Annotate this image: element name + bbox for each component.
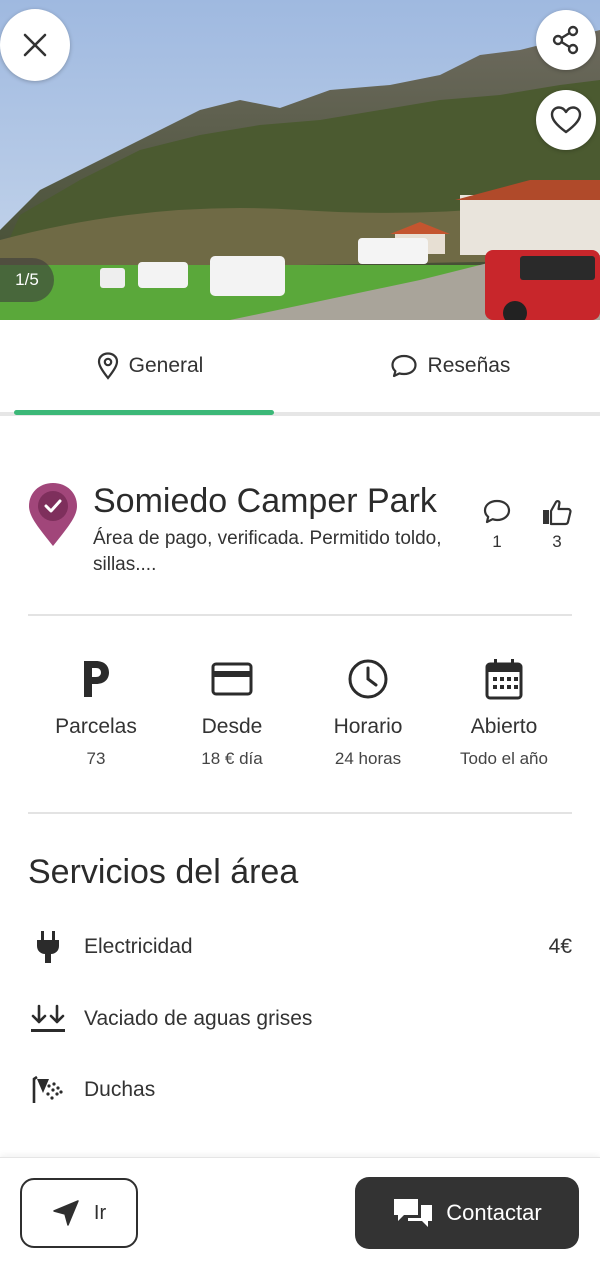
- info-value: 73: [86, 749, 106, 768]
- close-icon: [23, 33, 47, 57]
- service-label: Vaciado de aguas grises: [84, 1007, 313, 1030]
- bottom-action-bar: Ir Contactar: [0, 1157, 600, 1266]
- info-value: 18 € día: [201, 749, 263, 768]
- service-label: Electricidad: [84, 935, 193, 958]
- photo-counter: 1/5: [0, 258, 54, 302]
- tab-general-label: General: [128, 354, 204, 377]
- plug-icon: [37, 931, 59, 963]
- info-desde: Desde 18 € día: [164, 655, 300, 785]
- info-value: 24 horas: [334, 749, 402, 768]
- divider: [28, 812, 572, 814]
- share-icon: [552, 25, 579, 55]
- likes-stat[interactable]: 3: [537, 498, 577, 552]
- contact-button[interactable]: Contactar: [355, 1177, 579, 1249]
- go-button[interactable]: Ir: [20, 1178, 138, 1248]
- service-price: 4€: [548, 935, 572, 958]
- place-header: Somiedo Camper Park Área de pago, verifi…: [28, 478, 588, 588]
- close-button[interactable]: [0, 9, 70, 81]
- place-description: Área de pago, verificada. Permitido told…: [93, 528, 442, 575]
- info-label: Parcelas: [55, 715, 137, 738]
- hero-photo[interactable]: 1/5: [0, 0, 600, 320]
- parking-icon: [84, 661, 109, 697]
- comments-stat[interactable]: 1: [477, 498, 517, 552]
- share-button[interactable]: [536, 10, 596, 70]
- shower-icon: [32, 1075, 63, 1103]
- service-label: Duchas: [84, 1078, 156, 1101]
- tab-reviews-label: Reseñas: [427, 354, 511, 377]
- place-title: Somiedo Camper Park: [93, 482, 437, 520]
- comment-icon: [483, 499, 511, 524]
- campsite-photo: [0, 0, 600, 320]
- info-label: Horario: [333, 715, 403, 738]
- tab-reviews[interactable]: Reseñas: [300, 320, 600, 412]
- calendar-icon: [485, 659, 523, 700]
- info-grid: Parcelas 73 Desde 18 € día Horario 24 ho…: [28, 655, 572, 785]
- info-label: Abierto: [470, 715, 538, 738]
- chat-bubble-icon: [390, 354, 417, 378]
- drain-icon: [31, 1004, 65, 1032]
- info-parcelas: Parcelas 73: [28, 655, 164, 785]
- heart-icon: [550, 106, 582, 134]
- location-pin-icon: [97, 352, 118, 380]
- verified-pin-icon: [29, 483, 77, 546]
- info-horario: Horario 24 horas: [300, 655, 436, 785]
- service-aguas-grises: Vaciado de aguas grises: [28, 999, 572, 1039]
- credit-card-icon: [211, 662, 253, 696]
- active-tab-indicator: [14, 410, 274, 415]
- chat-bubbles-icon: [394, 1199, 433, 1227]
- info-value: Todo el año: [460, 749, 548, 768]
- info-label: Desde: [201, 715, 263, 738]
- tab-general[interactable]: General: [0, 320, 300, 412]
- service-duchas: Duchas: [28, 1070, 572, 1110]
- go-button-label: Ir: [93, 1201, 107, 1224]
- info-abierto: Abierto Todo el año: [436, 655, 572, 785]
- navigate-arrow-icon: [53, 1200, 79, 1226]
- contact-button-label: Contactar: [446, 1200, 542, 1225]
- thumbs-up-icon: [543, 500, 572, 526]
- likes-count: 3: [552, 532, 562, 551]
- clock-icon: [348, 659, 388, 699]
- services-title: Servicios del área: [28, 853, 299, 891]
- favorite-button[interactable]: [536, 90, 596, 150]
- tab-bar: General Reseñas: [0, 320, 600, 416]
- divider: [28, 614, 572, 616]
- service-electricidad: Electricidad 4€: [28, 927, 572, 967]
- comments-count: 1: [492, 532, 502, 551]
